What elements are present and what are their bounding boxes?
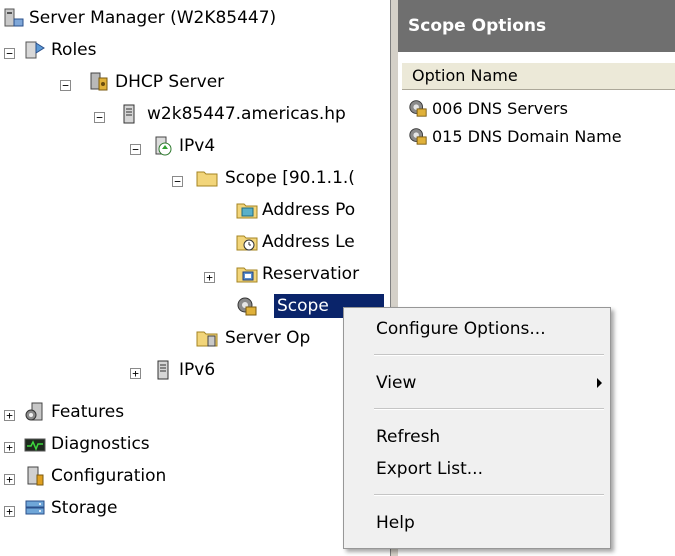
expand-toggle[interactable]: +: [4, 410, 15, 421]
expand-toggle[interactable]: +: [204, 272, 215, 283]
option-label: 015 DNS Domain Name: [432, 126, 622, 146]
collapse-toggle[interactable]: −: [4, 48, 15, 59]
menu-item-view-label: View: [376, 373, 417, 393]
features-icon: [25, 402, 43, 421]
tree-label-configuration: Configuration: [51, 466, 167, 486]
tree-label-server-options: Server Op: [225, 328, 311, 348]
storage-icon: [25, 500, 45, 515]
collapse-toggle[interactable]: −: [172, 176, 183, 187]
collapse-toggle[interactable]: −: [130, 144, 141, 155]
configuration-icon: [27, 466, 44, 486]
tree-label-ipv6: IPv6: [179, 360, 216, 380]
diagnostics-icon: [24, 438, 46, 452]
expand-toggle[interactable]: +: [4, 474, 15, 485]
menu-item-configure-options[interactable]: Configure Options...: [346, 314, 608, 344]
server-manager-icon: [4, 8, 24, 27]
pane-title: Scope Options: [398, 0, 675, 52]
reservations-icon: [236, 267, 258, 283]
tree-label-dhcp-server: DHCP Server: [115, 72, 225, 92]
tree-label-reservations: Reservatior: [262, 264, 360, 284]
list-item[interactable]: 015 DNS Domain Name: [408, 122, 622, 150]
tree-label-storage: Storage: [51, 498, 118, 518]
expand-toggle[interactable]: +: [4, 442, 15, 453]
menu-item-help[interactable]: Help: [346, 508, 608, 538]
folder-icon: [196, 171, 218, 187]
tree-label-roles: Roles: [51, 40, 97, 60]
tree-label-features: Features: [51, 402, 125, 422]
column-header-option-name[interactable]: Option Name: [402, 62, 675, 90]
server-icon: [157, 360, 169, 380]
tree-label-ipv4: IPv4: [179, 136, 216, 156]
collapse-toggle[interactable]: −: [94, 112, 105, 123]
address-leases-icon: [236, 235, 258, 251]
ipv4-icon: [155, 136, 172, 156]
scope-options-icon: [237, 297, 257, 316]
expand-toggle[interactable]: +: [4, 506, 15, 517]
server-icon: [123, 104, 135, 124]
dns-option-icon: [409, 128, 427, 145]
context-menu: Configure Options... View Refresh Export…: [343, 307, 611, 549]
dhcp-server-icon: [90, 72, 108, 91]
address-pool-icon: [236, 203, 258, 219]
roles-icon: [25, 41, 45, 59]
submenu-arrow-icon: [597, 378, 602, 388]
menu-item-refresh[interactable]: Refresh: [346, 422, 608, 452]
option-label: 006 DNS Servers: [432, 98, 568, 118]
menu-item-view[interactable]: View: [346, 368, 608, 398]
menu-separator: [374, 494, 604, 496]
server-options-icon: [196, 331, 218, 347]
tree-label-server-node: w2k85447.americas.hp: [147, 104, 346, 124]
tree-label-address-leases: Address Le: [262, 232, 355, 252]
tree-label-scope: Scope [90.1.1.(: [225, 168, 355, 188]
dns-option-icon: [409, 100, 427, 117]
menu-separator: [374, 354, 604, 356]
collapse-toggle[interactable]: −: [60, 80, 71, 91]
tree-label-server-manager: Server Manager (W2K85447): [29, 8, 277, 28]
tree-label-address-pool: Address Po: [262, 200, 356, 220]
tree-label-diagnostics: Diagnostics: [51, 434, 150, 454]
menu-separator: [374, 408, 604, 410]
list-item[interactable]: 006 DNS Servers: [408, 94, 568, 122]
expand-toggle[interactable]: +: [130, 368, 141, 379]
navigation-tree: Server Manager (W2K85447) − Roles − DHCP…: [0, 0, 390, 556]
menu-item-export-list[interactable]: Export List...: [346, 454, 608, 484]
